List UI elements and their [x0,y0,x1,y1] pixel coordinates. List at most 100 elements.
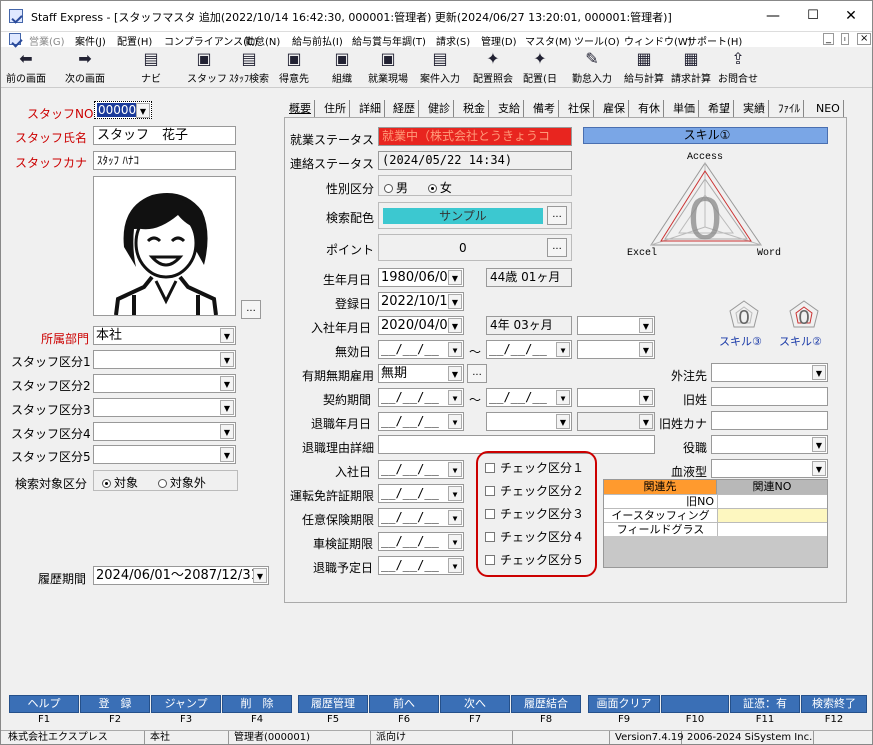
join-date-select[interactable]: 2020/04/01 ▼ [378,316,464,335]
search-color-button[interactable]: ... [547,206,567,225]
old-kana-input[interactable] [711,411,828,430]
position-select[interactable]: ▼ [711,435,828,454]
skill3-link[interactable]: スキル③ [719,333,762,349]
gender-female-radio[interactable]: 女 [427,181,452,195]
tab-unit-price[interactable]: 単価 [670,100,699,117]
retire-reason-select[interactable]: ▼ [577,412,655,431]
menu-advance-pay[interactable]: 給与前払(I) [292,33,343,48]
tab-preference[interactable]: 希望 [705,100,734,117]
staff-kubun4-select[interactable]: ▼ [93,422,236,441]
skill1-header[interactable]: スキル① [583,127,828,144]
minimize-button[interactable]: — [753,5,793,27]
menu-master[interactable]: マスタ(M) [525,33,571,48]
menu-placement[interactable]: 配置(H) [117,33,152,48]
f12-search-end-button[interactable]: 検索終了 [801,695,867,713]
point-button[interactable]: ... [547,238,567,257]
toolbar-staff-search[interactable]: ▤ ｽﾀｯﾌ検索 [227,50,271,86]
f1-help-button[interactable]: ヘルプ [9,695,79,713]
staff-kubun1-select[interactable]: ▼ [93,350,236,369]
retire-date-select[interactable]: __/__/__ ▼ [378,412,464,431]
staff-kana-input[interactable]: ｽﾀｯﾌ ﾊﾅｺ [93,151,236,170]
check-kubun5[interactable]: チェック区分５ [485,551,584,568]
birth-date-select[interactable]: 1980/06/01 ▼ [378,268,464,287]
menu-job[interactable]: 案件(J) [75,33,106,48]
license-expiry-select[interactable]: __/__/__ ▼ [378,484,464,503]
toolbar-prev-screen[interactable]: ⬅ 前の画面 [5,50,47,86]
tab-details[interactable]: 詳細 [356,100,385,117]
retire-type-select[interactable]: ▼ [486,412,572,431]
f7-next-button[interactable]: 次へ [440,695,510,713]
tab-overview[interactable]: 概要 [286,100,315,117]
photo-browse-button[interactable]: ... [241,300,261,319]
tab-notes[interactable]: 備考 [530,100,559,117]
f3-jump-button[interactable]: ジャンプ [151,695,221,713]
f4-delete-button[interactable]: 削 除 [222,695,292,713]
mdi-minimize-button[interactable]: _ [823,33,834,45]
vehicle-cert-select[interactable]: __/__/__ ▼ [378,532,464,551]
check-kubun4[interactable]: チェック区分４ [485,528,584,545]
toolbar-payroll[interactable]: ▦ 給与計算 [623,50,665,86]
toolbar-customer[interactable]: ▣ 得意先 [278,50,310,86]
tab-files[interactable]: ﾌｧｲﾙ [775,100,804,117]
tab-neo[interactable]: NEO [813,100,844,117]
staff-kubun5-select[interactable]: ▼ [93,445,236,464]
gender-male-radio[interactable]: 男 [384,181,408,195]
f6-prev-button[interactable]: 前へ [369,695,439,713]
f9-clear-button[interactable]: 画面クリア [588,695,660,713]
f8-merge-history-button[interactable]: 履歴結合 [511,695,581,713]
tab-payment[interactable]: 支給 [495,100,524,117]
menu-tools[interactable]: ツール(O) [574,33,620,48]
retire-plan-select[interactable]: __/__/__ ▼ [378,556,464,575]
mdi-restore-button[interactable]: ₗ [841,33,849,45]
toolbar-worksite[interactable]: ▣ 就業現場 [367,50,409,86]
term-select[interactable]: 無期 ▼ [378,364,464,383]
relation-old-no-value[interactable] [717,494,827,508]
f11-voucher-button[interactable]: 証憑：有 [730,695,800,713]
staff-no-select[interactable]: 000002 ▼ [94,101,152,119]
staff-name-input[interactable]: スタッフ 花子 [93,126,236,145]
invalid-date-from-select[interactable]: __/__/__ ▼ [378,340,464,359]
f2-register-button[interactable]: 登 録 [80,695,150,713]
old-name-input[interactable] [711,387,828,406]
f10-button[interactable] [661,695,729,713]
search-target-on-radio[interactable]: 対象 [102,476,138,490]
toolbar-next-screen[interactable]: ➡ 次の画面 [63,50,107,86]
term-button[interactable]: ... [467,364,487,383]
tab-career[interactable]: 経歴 [390,100,419,117]
contract-to-select[interactable]: __/__/__ ▼ [486,388,572,407]
maximize-button[interactable]: ☐ [793,5,833,27]
menu-billing[interactable]: 請求(S) [436,33,470,48]
menu-admin[interactable]: 管理(D) [481,33,517,48]
registration-date-select[interactable]: 2022/10/14 ▼ [378,292,464,311]
tab-results[interactable]: 実績 [740,100,769,117]
menu-sales[interactable]: 営業(G) [29,33,65,48]
toolbar-navi[interactable]: ▤ ナビ [137,50,165,86]
menu-support[interactable]: サポート(H) [687,33,742,48]
tab-address[interactable]: 住所 [321,100,350,117]
menu-payroll[interactable]: 給与賞与年調(T) [352,33,426,48]
tab-social-insurance[interactable]: 社保 [565,100,594,117]
invalid-reason-select[interactable]: ▼ [577,340,655,359]
toolbar-placement-inquiry[interactable]: ✦ 配置照会 [472,50,514,86]
enter-date-select[interactable]: __/__/__ ▼ [378,460,464,479]
tab-paid-leave[interactable]: 有休 [635,100,664,117]
check-kubun3[interactable]: チェック区分３ [485,505,584,522]
mdi-close-button[interactable]: × [857,33,872,45]
menu-compliance[interactable]: コンプライアンス(C) [164,33,258,48]
tenure-select[interactable]: ▼ [577,316,655,335]
dept-select[interactable]: 本社 ▼ [93,326,236,345]
menu-window[interactable]: ウィンドウ(W) [624,33,692,48]
menu-attendance[interactable]: 勤怠(N) [245,33,280,48]
relation-fieldglass-value[interactable] [717,522,827,536]
toolbar-job-input[interactable]: ▤ 案件入力 [419,50,461,86]
skill2-link[interactable]: スキル② [779,333,822,349]
toolbar-attendance-input[interactable]: ✎ 勤怠入力 [571,50,613,86]
blood-type-select[interactable]: ▼ [711,459,828,478]
tab-employment-insurance[interactable]: 雇保 [600,100,629,117]
staff-kubun2-select[interactable]: ▼ [93,374,236,393]
toolbar-organization[interactable]: ▣ 組織 [329,50,355,86]
contract-type-select[interactable]: ▼ [577,388,655,407]
staff-kubun3-select[interactable]: ▼ [93,398,236,417]
relation-estaffing-value[interactable] [717,508,827,522]
check-kubun1[interactable]: チェック区分１ [485,459,584,476]
